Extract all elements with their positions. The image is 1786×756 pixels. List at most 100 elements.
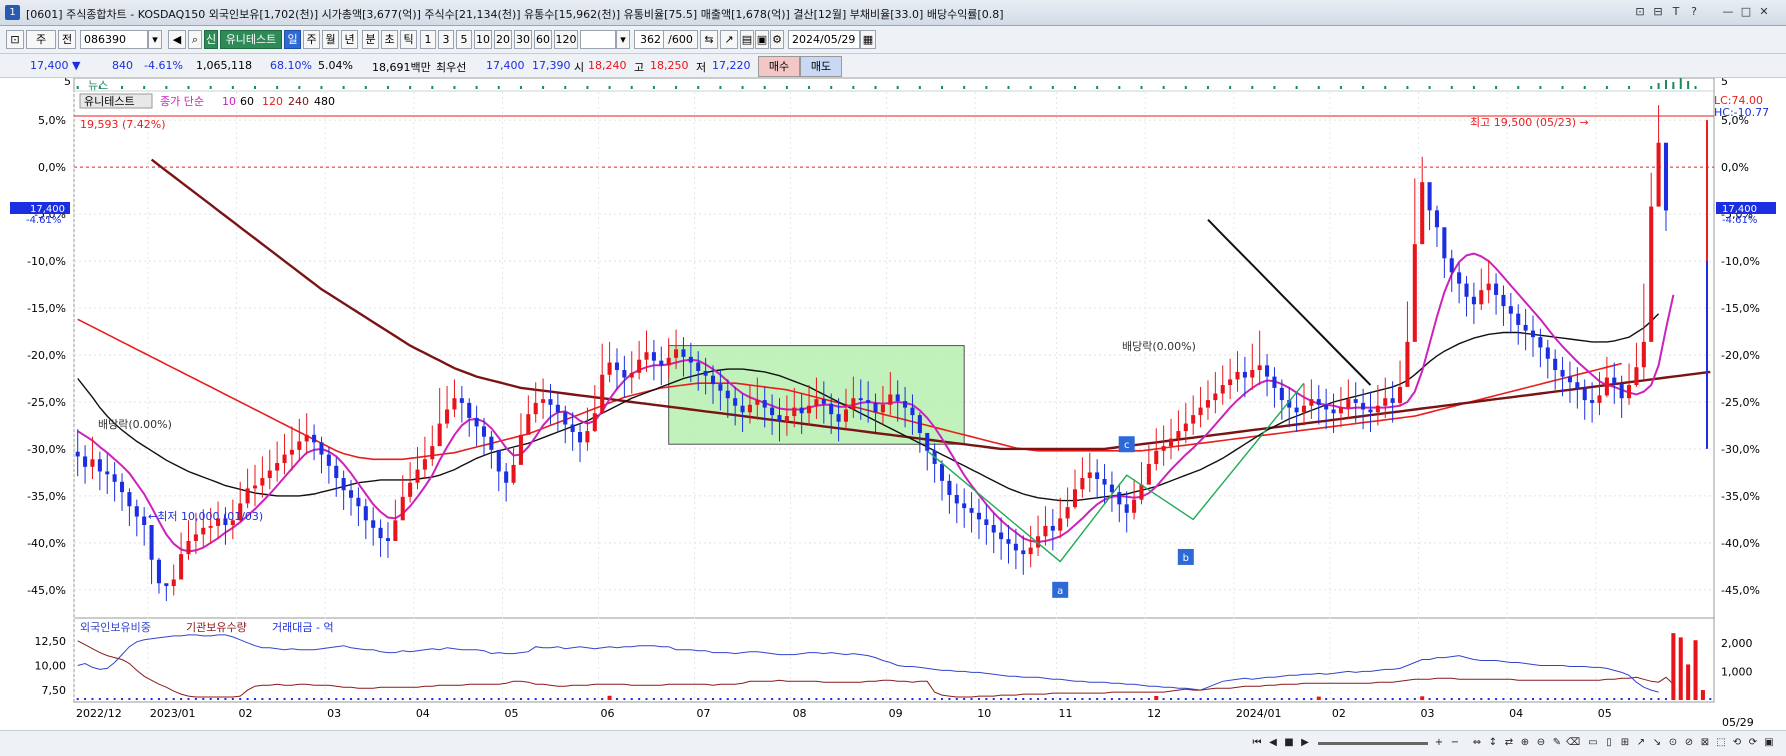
chevron-down-icon[interactable]: ▾ xyxy=(616,30,630,49)
period-month-button[interactable]: 월 xyxy=(322,30,339,49)
sell-button[interactable]: 매도 xyxy=(800,56,842,77)
chart-area[interactable]: abc 5,0% 5,0% 0,0% 0,0% -5,0% -5,0% -10,0% -10,… xyxy=(0,75,1786,730)
dividend-annotation-2: 배당락(0.00%) xyxy=(1122,340,1196,353)
chevron-down-icon[interactable]: ▾ xyxy=(148,30,162,49)
tool-icon-9[interactable]: ▯ xyxy=(1602,736,1616,750)
candle-body xyxy=(939,463,945,481)
tool-icon-17[interactable]: ⟲ xyxy=(1730,736,1744,750)
zoom-slider[interactable] xyxy=(1318,742,1428,745)
zoom-out-icon[interactable]: − xyxy=(1448,736,1462,750)
y-tick-label-left: -20,0% xyxy=(27,349,66,362)
candle-body xyxy=(1294,407,1299,413)
date-input[interactable]: 2024/05/29 xyxy=(788,30,860,49)
minimize-icon[interactable]: — xyxy=(1720,4,1736,20)
restore-icon[interactable]: ⊡ xyxy=(1632,4,1648,20)
candle-body xyxy=(725,390,730,399)
tool-icon-19[interactable]: ▣ xyxy=(1762,736,1776,750)
candle-body xyxy=(1065,507,1070,519)
amount-bar xyxy=(409,698,412,700)
tool-icon-1[interactable]: ⇔ xyxy=(1470,736,1484,750)
bar-count-input[interactable]: 362 xyxy=(634,30,664,49)
stop-icon[interactable]: ■ xyxy=(1282,736,1296,750)
candle-body xyxy=(1301,405,1307,413)
candle-body xyxy=(289,449,294,455)
amount-bar xyxy=(268,698,271,700)
zoom-icon[interactable]: ⇆ xyxy=(700,30,718,49)
tool-icon-6[interactable]: ✎ xyxy=(1550,736,1564,750)
multiplier-5-button[interactable]: 5 xyxy=(456,30,472,49)
layout-icon[interactable]: ⊡ xyxy=(6,30,24,49)
print-icon[interactable]: ▤ xyxy=(740,30,754,49)
new-badge[interactable]: 신 xyxy=(204,30,218,49)
tool-icon-2[interactable]: ↕ xyxy=(1486,736,1500,750)
candle-body xyxy=(312,434,317,443)
multiplier-1-button[interactable]: 1 xyxy=(420,30,436,49)
tool-icon-16[interactable]: ⬚ xyxy=(1714,736,1728,750)
period-minute-button[interactable]: 분 xyxy=(362,30,379,49)
tool-icon-12[interactable]: ↘ xyxy=(1650,736,1664,750)
multiplier-30-button[interactable]: 30 xyxy=(514,30,532,49)
scroll-start-icon[interactable]: ⏮ xyxy=(1250,736,1264,750)
tool-icon-14[interactable]: ⊘ xyxy=(1682,736,1696,750)
multiplier-20-button[interactable]: 20 xyxy=(494,30,512,49)
close-icon[interactable]: ✕ xyxy=(1756,4,1772,20)
amount-bar xyxy=(180,698,183,700)
custom-period-input[interactable] xyxy=(580,30,616,49)
tool-icon-5[interactable]: ⊖ xyxy=(1534,736,1548,750)
period-year-button[interactable]: 년 xyxy=(341,30,358,49)
all-button[interactable]: 전 xyxy=(58,30,76,49)
pct-tag-right: -4.61% xyxy=(1722,215,1757,226)
buy-button[interactable]: 매수 xyxy=(758,56,800,77)
speaker-icon[interactable]: ◀ xyxy=(168,30,186,49)
scroll-next-icon[interactable]: ▶ xyxy=(1298,736,1312,750)
legend-stock-name[interactable]: 유니테스트 xyxy=(84,95,135,108)
tool-icon-3[interactable]: ⇄ xyxy=(1502,736,1516,750)
candle-body xyxy=(917,415,922,433)
tool-icon-10[interactable]: ⊞ xyxy=(1618,736,1632,750)
tool-icon-8[interactable]: ▭ xyxy=(1586,736,1600,750)
zoom-in-icon[interactable]: + xyxy=(1432,736,1446,750)
market-select[interactable]: 주 xyxy=(26,30,56,49)
save-icon[interactable]: ▣ xyxy=(755,30,769,49)
candle-body xyxy=(1656,142,1661,207)
multiplier-120-button[interactable]: 120 xyxy=(554,30,578,49)
tool-icon-7[interactable]: ⌫ xyxy=(1566,736,1580,750)
x-tick-label: 07 xyxy=(697,707,711,720)
period-week-button[interactable]: 주 xyxy=(303,30,320,49)
amount-bar xyxy=(859,698,862,700)
y-axis-top-label-right: 5 xyxy=(1721,78,1728,88)
multiplier-3-button[interactable]: 3 xyxy=(438,30,454,49)
tool-icon-15[interactable]: ⊠ xyxy=(1698,736,1712,750)
tool-icon-18[interactable]: ⟳ xyxy=(1746,736,1760,750)
candle-body xyxy=(1597,395,1602,403)
multiplier-60-button[interactable]: 60 xyxy=(534,30,552,49)
amount-bar xyxy=(1347,698,1350,700)
period-day-button[interactable]: 일 xyxy=(284,30,301,49)
maximize-icon[interactable]: □ xyxy=(1738,4,1754,20)
multiplier-10-button[interactable]: 10 xyxy=(474,30,492,49)
tile-icon[interactable]: ⊟ xyxy=(1650,4,1666,20)
stock-search-icon[interactable]: ⌕ xyxy=(188,30,202,49)
stock-code-input[interactable]: 086390 xyxy=(80,30,148,49)
help-icon[interactable]: ? xyxy=(1686,4,1702,20)
price-chart[interactable]: abc 5,0% 5,0%0,0% 0,0%-5,0% -5,0%-10,0% -10,… xyxy=(0,75,1786,730)
candle-body xyxy=(518,434,523,465)
candle-body xyxy=(297,441,302,450)
amount-bar xyxy=(1125,698,1128,700)
candle-body xyxy=(1058,518,1063,531)
amount-bar xyxy=(1044,698,1047,700)
hc-label: HC:-10.77 xyxy=(1714,106,1769,119)
amount-bar xyxy=(556,698,559,700)
tool-icon-13[interactable]: ⊙ xyxy=(1666,736,1680,750)
calendar-icon[interactable]: ▦ xyxy=(860,30,876,49)
amount-bar xyxy=(135,698,138,700)
period-tick-button[interactable]: 틱 xyxy=(400,30,417,49)
text-icon[interactable]: T xyxy=(1668,4,1684,20)
tool-icon-4[interactable]: ⊕ xyxy=(1518,736,1532,750)
settings-icon[interactable]: ⚙ xyxy=(770,30,784,49)
draw-icon[interactable]: ↗ xyxy=(720,30,738,49)
tool-icon-11[interactable]: ↗ xyxy=(1634,736,1648,750)
period-second-button[interactable]: 초 xyxy=(381,30,398,49)
amount-bar xyxy=(1325,698,1328,700)
scroll-prev-icon[interactable]: ◀ xyxy=(1266,736,1280,750)
